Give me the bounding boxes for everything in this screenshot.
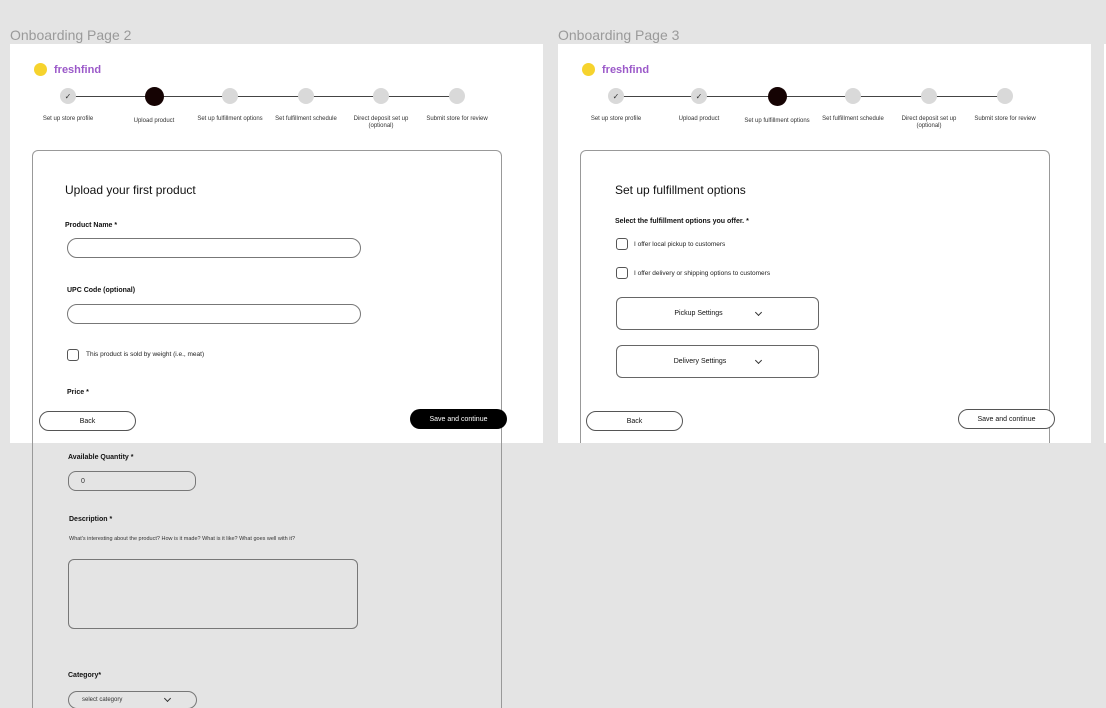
save-continue-button[interactable]: Save and continue [410, 409, 507, 429]
step-direct-deposit[interactable]: Direct deposit set up (optional) [891, 88, 967, 130]
upc-label: UPC Code (optional) [67, 287, 136, 294]
brand-name: freshfind [602, 63, 650, 76]
product-name-input[interactable] [67, 238, 361, 258]
step-dot [298, 88, 314, 104]
step-dot [921, 88, 937, 104]
frame-title-page-3: Onboarding Page 3 [558, 27, 680, 43]
step-label: Set up store profile [590, 116, 642, 122]
page-title: Set up fulfillment options [615, 183, 746, 197]
brand-logo: freshfind [34, 63, 101, 76]
save-continue-button[interactable]: Save and continue [958, 409, 1055, 429]
check-icon: ✓ [608, 88, 624, 104]
local-pickup-checkbox[interactable] [616, 238, 628, 250]
step-store-profile[interactable]: ✓ Set up store profile [578, 88, 654, 123]
step-label: Set up fulfillment options [197, 116, 263, 122]
quantity-input[interactable]: 0 [68, 471, 196, 491]
progress-stepper: ✓ Set up store profile ✓ Upload product … [558, 86, 1091, 138]
sold-by-weight-checkbox[interactable] [67, 349, 79, 361]
delivery-label: I offer delivery or shipping options to … [634, 270, 771, 277]
description-textarea[interactable] [68, 559, 358, 629]
step-dot [845, 88, 861, 104]
category-select-value: select category [82, 697, 123, 703]
delivery-settings-dropdown[interactable]: Delivery Settings [616, 345, 819, 378]
step-label: Set up store profile [42, 116, 94, 122]
step-fulfillment-schedule[interactable]: Set fulfillment schedule [268, 88, 344, 123]
chevron-down-icon [755, 356, 763, 364]
step-label: Set up fulfillment options [744, 117, 810, 124]
description-label: Description * [69, 516, 113, 523]
brand-logo: freshfind [582, 63, 649, 76]
step-label: Direct deposit set up (optional) [901, 116, 957, 129]
check-icon: ✓ [691, 88, 707, 104]
step-dot [449, 88, 465, 104]
product-form-overflow: Available Quantity * 0 Description * Wha… [32, 443, 502, 708]
step-label: Submit store for review [426, 116, 488, 122]
onboarding-page-2: freshfind ✓ Set up store profile Upload … [10, 44, 543, 443]
sold-by-weight-label: This product is sold by weight (i.e., me… [86, 351, 205, 358]
onboarding-page-3: freshfind ✓ Set up store profile ✓ Uploa… [558, 44, 1091, 443]
step-dot [373, 88, 389, 104]
pickup-settings-label: Pickup Settings [674, 310, 723, 317]
step-submit-review[interactable]: Submit store for review [419, 88, 495, 123]
fulfillment-form-card: Set up fulfillment options Select the fu… [580, 150, 1050, 443]
local-pickup-label: I offer local pickup to customers [634, 241, 726, 248]
category-select[interactable]: select category [68, 691, 197, 708]
frame-title-page-2: Onboarding Page 2 [10, 27, 132, 43]
category-label: Category* [68, 672, 102, 679]
step-direct-deposit[interactable]: Direct deposit set up (optional) [343, 88, 419, 130]
back-button[interactable]: Back [39, 411, 136, 431]
step-upload-product[interactable]: ✓ Upload product [661, 88, 737, 123]
chevron-down-icon [164, 694, 172, 703]
delivery-settings-label: Delivery Settings [673, 358, 727, 365]
price-label: Price * [67, 389, 89, 396]
brand-name: freshfind [54, 63, 102, 76]
delivery-checkbox[interactable] [616, 267, 628, 279]
step-store-profile[interactable]: ✓ Set up store profile [30, 88, 106, 123]
step-label: Direct deposit set up (optional) [353, 116, 409, 129]
chevron-down-icon [754, 308, 762, 316]
check-icon: ✓ [60, 88, 76, 104]
step-label: Upload product [678, 116, 720, 122]
back-button[interactable]: Back [586, 411, 683, 431]
step-submit-review[interactable]: Submit store for review [967, 88, 1043, 123]
description-helper-text: What's interesting about the product? Ho… [69, 536, 296, 542]
upc-input[interactable] [67, 304, 361, 324]
step-dot [222, 88, 238, 104]
step-dot [997, 88, 1013, 104]
current-step-dot [144, 86, 164, 106]
product-name-label: Product Name * [65, 222, 118, 229]
step-fulfillment-options[interactable]: Set up fulfillment options [192, 88, 268, 123]
step-upload-product[interactable]: Upload product [116, 86, 192, 125]
step-label: Submit store for review [974, 116, 1036, 122]
sun-icon [34, 63, 47, 76]
step-label: Upload product [133, 117, 175, 124]
progress-stepper: ✓ Set up store profile Upload product Se… [10, 86, 543, 138]
sun-icon [582, 63, 595, 76]
pickup-settings-dropdown[interactable]: Pickup Settings [616, 297, 819, 330]
fulfillment-options-label: Select the fulfillment options you offer… [615, 218, 749, 225]
quantity-label: Available Quantity * [68, 454, 134, 461]
step-fulfillment-options[interactable]: Set up fulfillment options [739, 86, 815, 125]
step-fulfillment-schedule[interactable]: Set fulfillment schedule [815, 88, 891, 123]
product-form-card: Upload your first product Product Name *… [32, 150, 502, 443]
current-step-dot [767, 86, 787, 106]
step-label: Set fulfillment schedule [822, 116, 884, 122]
step-label: Set fulfillment schedule [275, 116, 337, 122]
page-title: Upload your first product [65, 183, 196, 197]
